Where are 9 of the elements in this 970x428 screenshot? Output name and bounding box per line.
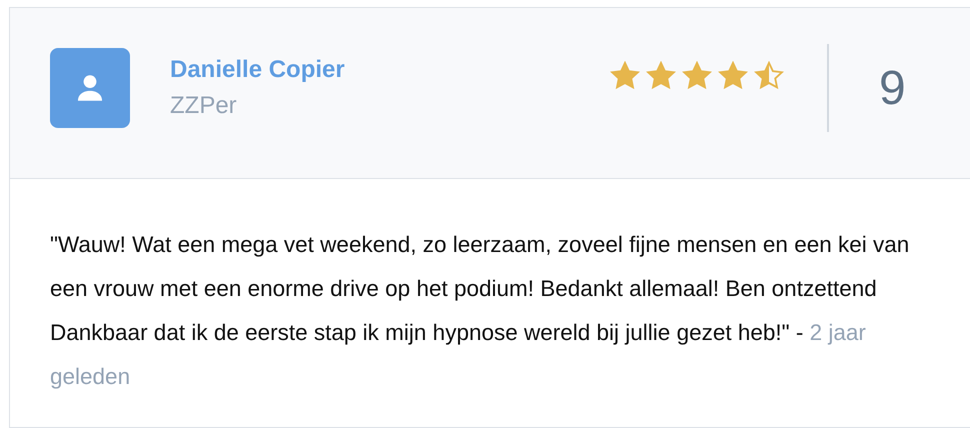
star-icon: [718, 61, 748, 91]
star-icon: [610, 61, 640, 91]
author-name: Danielle Copier: [170, 56, 346, 84]
star-icon: [754, 61, 784, 91]
star-icon: [646, 61, 676, 91]
author-role: ZZPer: [170, 92, 238, 120]
score: 9: [879, 60, 906, 116]
review-text: "Wauw! Wat een mega vet weekend, zo leerzaam, zoveel fijne mensen en een kei van een vrouw met een enorme drive op het podium! Bedankt allemaal! Ben ontzettend Dankbaar dat ik de eerste stap ik mijn hypnose wereld bij jullie gezet heb!" - 2 jaar geleden: [50, 231, 910, 391]
star-icon: [682, 61, 712, 91]
